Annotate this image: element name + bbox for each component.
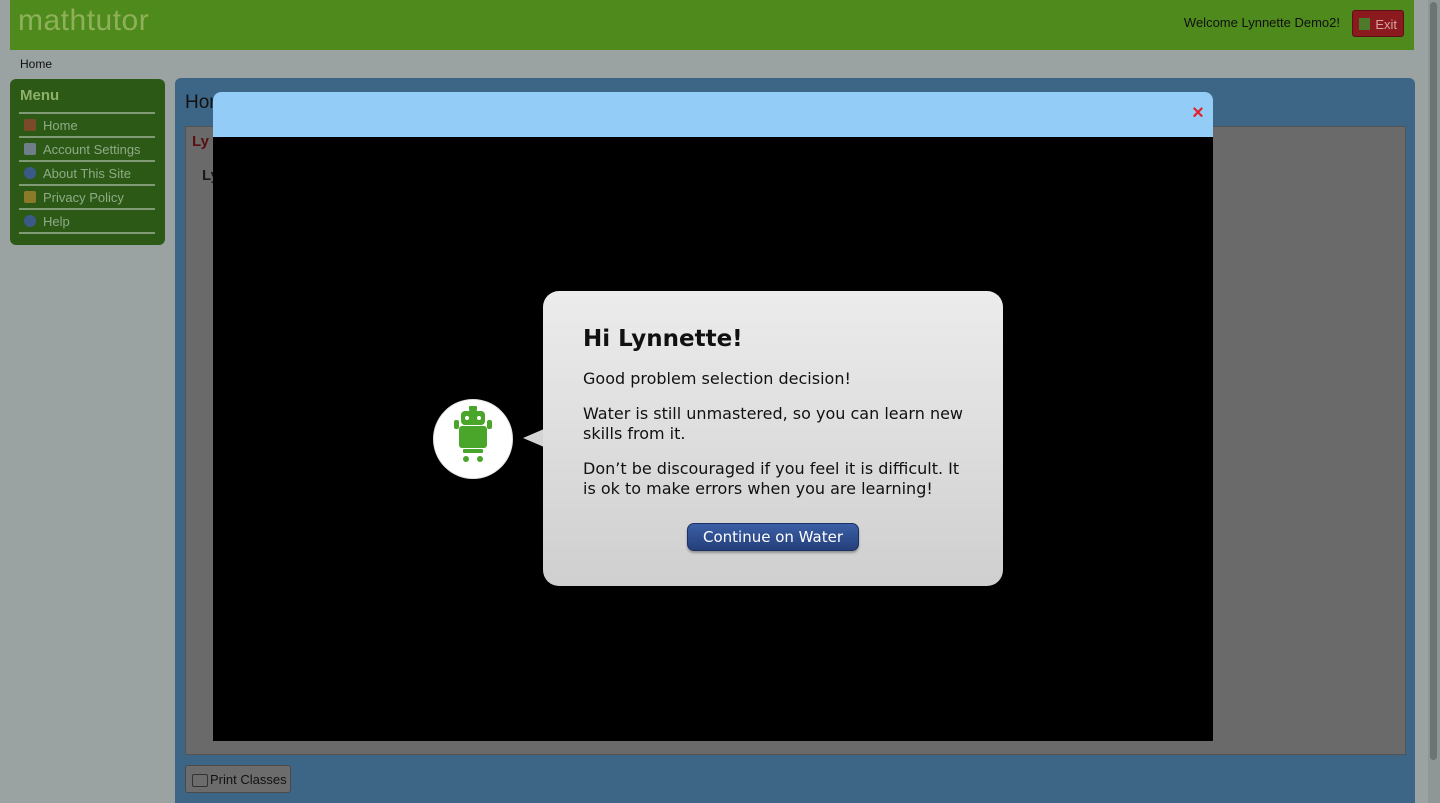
printer-icon	[192, 774, 208, 787]
dialog-message: Good problem selection decision!	[583, 369, 851, 388]
menu-divider	[19, 232, 155, 234]
menu-divider	[19, 184, 155, 186]
site-logo[interactable]: mathtutor	[18, 4, 149, 38]
help-icon	[24, 215, 36, 227]
menu-divider	[19, 160, 155, 162]
speech-pointer	[523, 429, 544, 447]
scrollbar[interactable]	[1428, 0, 1440, 803]
modal-window: × Hi Lynnette! Good problem selection de…	[213, 92, 1213, 741]
sidebar-item-label: Help	[43, 214, 70, 229]
sidebar-item-account-settings[interactable]: Account Settings	[24, 140, 141, 160]
close-icon[interactable]: ×	[1190, 103, 1206, 123]
student-name-heading: Ly	[192, 133, 209, 150]
exit-button[interactable]: Exit	[1352, 10, 1404, 37]
menu-title: Menu	[20, 87, 60, 104]
sidebar-item-label: Account Settings	[43, 142, 141, 157]
dialog-message: Water is still unmastered, so you can le…	[583, 404, 964, 443]
menu-divider	[19, 208, 155, 210]
feedback-dialog: Hi Lynnette! Good problem selection deci…	[543, 291, 1003, 586]
continue-button[interactable]: Continue on Water	[687, 523, 859, 551]
sidebar-menu: Menu Home Account Settings About This Si…	[10, 79, 165, 245]
sidebar-item-help[interactable]: Help	[24, 212, 70, 232]
exit-label: Exit	[1375, 17, 1397, 32]
welcome-text: Welcome Lynnette Demo2!	[1183, 15, 1340, 30]
scrollbar-thumb[interactable]	[1430, 2, 1437, 760]
exit-icon	[1359, 18, 1370, 30]
dialog-title: Hi Lynnette!	[583, 326, 743, 352]
dialog-message: Don’t be discouraged if you feel it is d…	[583, 459, 960, 498]
house-icon	[24, 119, 36, 131]
menu-divider	[19, 136, 155, 138]
breadcrumb[interactable]: Home	[20, 57, 52, 71]
print-classes-button[interactable]: Print Classes	[185, 765, 291, 793]
menu-divider	[19, 112, 155, 114]
shield-icon	[24, 191, 36, 203]
sidebar-item-about[interactable]: About This Site	[24, 164, 131, 184]
sidebar-item-label: Privacy Policy	[43, 190, 124, 205]
sidebar-item-label: Home	[43, 118, 78, 133]
info-icon	[24, 167, 36, 179]
print-classes-label: Print Classes	[210, 772, 287, 787]
sidebar-item-home[interactable]: Home	[24, 116, 78, 136]
robot-icon	[454, 406, 492, 462]
sidebar-item-label: About This Site	[43, 166, 131, 181]
top-bar: mathtutor Welcome Lynnette Demo2! Exit	[10, 0, 1414, 50]
sidebar-item-privacy[interactable]: Privacy Policy	[24, 188, 124, 208]
modal-header: ×	[213, 92, 1213, 137]
robot-avatar	[433, 399, 513, 479]
id-card-icon	[24, 143, 36, 155]
